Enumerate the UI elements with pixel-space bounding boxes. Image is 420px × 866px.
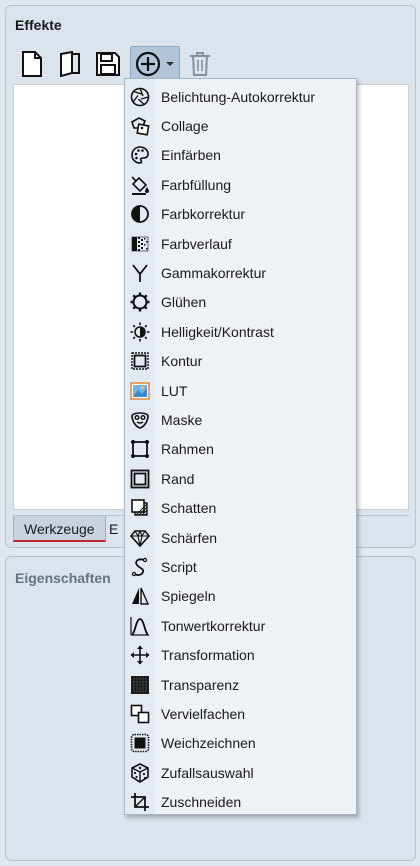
menu-item-label: Zuschneiden bbox=[161, 794, 242, 811]
duplicate-icon bbox=[125, 699, 155, 728]
menu-item-label: Kontur bbox=[161, 353, 203, 370]
crop-icon bbox=[125, 788, 155, 817]
menu-item-label: Farbverlauf bbox=[161, 235, 232, 252]
menu-item-label: Collage bbox=[161, 117, 209, 134]
menu-item-farbfuellung[interactable]: Farbfüllung bbox=[125, 170, 356, 199]
gradient-icon bbox=[125, 229, 155, 258]
menu-item-label: Rand bbox=[161, 470, 195, 487]
save-icon bbox=[96, 52, 120, 76]
diamond-icon bbox=[125, 523, 155, 552]
menu-item-farbverlauf[interactable]: Farbverlauf bbox=[125, 229, 356, 258]
add-effect-icon bbox=[135, 51, 161, 77]
effects-toolbar bbox=[16, 46, 216, 82]
menu-item-einfaerben[interactable]: Einfärben bbox=[125, 141, 356, 170]
palette-icon bbox=[125, 141, 155, 170]
open-document-button[interactable] bbox=[54, 46, 86, 82]
menu-item-rahmen[interactable]: Rahmen bbox=[125, 435, 356, 464]
save-button[interactable] bbox=[92, 46, 124, 82]
tab-werkzeuge[interactable]: Werkzeuge bbox=[13, 516, 106, 542]
menu-item-maske[interactable]: Maske bbox=[125, 405, 356, 434]
menu-item-label: Zufallsauswahl bbox=[161, 764, 254, 781]
menu-item-rand[interactable]: Rand bbox=[125, 464, 356, 493]
aperture-icon bbox=[125, 82, 155, 111]
menu-item-weichzeichnen[interactable]: Weichzeichnen bbox=[125, 729, 356, 758]
menu-item-label: Farbfüllung bbox=[161, 176, 232, 193]
menu-item-vervielfachen[interactable]: Vervielfachen bbox=[125, 699, 356, 728]
menu-item-zuschneiden[interactable]: Zuschneiden bbox=[125, 788, 356, 817]
frame-icon bbox=[125, 435, 155, 464]
menu-item-label: Einfärben bbox=[161, 147, 221, 164]
menu-item-farbkorrektur[interactable]: Farbkorrektur bbox=[125, 200, 356, 229]
glow-icon bbox=[125, 288, 155, 317]
menu-item-label: Helligkeit/Kontrast bbox=[161, 323, 274, 340]
menu-item-spiegeln[interactable]: Spiegeln bbox=[125, 582, 356, 611]
gamma-icon bbox=[125, 258, 155, 287]
menu-item-label: Gammakorrektur bbox=[161, 264, 267, 281]
menu-item-label: Script bbox=[161, 558, 197, 575]
contour-icon bbox=[125, 347, 155, 376]
paint-bucket-icon bbox=[125, 170, 155, 199]
menu-item-tonwertkorrektur[interactable]: Tonwertkorrektur bbox=[125, 611, 356, 640]
menu-item-label: Vervielfachen bbox=[161, 705, 246, 722]
menu-item-schatten[interactable]: Schatten bbox=[125, 494, 356, 523]
border-icon bbox=[125, 464, 155, 493]
menu-item-helligkeit-kontrast[interactable]: Helligkeit/Kontrast bbox=[125, 317, 356, 346]
menu-item-label: Belichtung-Autokorrektur bbox=[161, 88, 316, 105]
menu-item-schaerfen[interactable]: Schärfen bbox=[125, 523, 356, 552]
menu-item-label: Glühen bbox=[161, 294, 207, 311]
open-document-icon bbox=[60, 51, 80, 77]
transparency-icon bbox=[125, 670, 155, 699]
menu-item-label: Spiegeln bbox=[161, 588, 216, 605]
menu-item-label: Transformation bbox=[161, 647, 255, 664]
menu-item-collage[interactable]: Collage bbox=[125, 111, 356, 140]
mirror-icon bbox=[125, 582, 155, 611]
menu-item-gammakorrektur[interactable]: Gammakorrektur bbox=[125, 258, 356, 287]
menu-item-label: Schärfen bbox=[161, 529, 218, 546]
menu-item-label: Schatten bbox=[161, 500, 217, 517]
brightness-icon bbox=[125, 317, 155, 346]
menu-item-label: Weichzeichnen bbox=[161, 735, 256, 752]
delete-button[interactable] bbox=[184, 46, 216, 82]
chevron-down-icon bbox=[166, 62, 174, 66]
delete-icon bbox=[190, 52, 210, 76]
menu-item-label: Transparenz bbox=[161, 676, 240, 693]
menu-item-label: Farbkorrektur bbox=[161, 206, 246, 223]
new-document-icon bbox=[22, 51, 42, 77]
menu-item-transformation[interactable]: Transformation bbox=[125, 641, 356, 670]
dice-icon bbox=[125, 758, 155, 787]
tone-curve-icon bbox=[125, 611, 155, 640]
menu-item-zufallsauswahl[interactable]: Zufallsauswahl bbox=[125, 758, 356, 787]
collage-icon bbox=[125, 111, 155, 140]
blur-icon bbox=[125, 729, 155, 758]
menu-item-lut[interactable]: LUT bbox=[125, 376, 356, 405]
effects-panel-title: Effekte bbox=[15, 17, 62, 33]
half-circle-icon bbox=[125, 200, 155, 229]
menu-item-transparenz[interactable]: Transparenz bbox=[125, 670, 356, 699]
menu-item-label: Rahmen bbox=[161, 441, 214, 458]
menu-item-label: Tonwertkorrektur bbox=[161, 617, 266, 634]
shadow-icon bbox=[125, 494, 155, 523]
menu-item-gluehen[interactable]: Glühen bbox=[125, 288, 356, 317]
menu-item-label: LUT bbox=[161, 382, 188, 399]
mask-icon bbox=[125, 405, 155, 434]
script-icon bbox=[125, 552, 155, 581]
menu-item-kontur[interactable]: Kontur bbox=[125, 347, 356, 376]
menu-item-script[interactable]: Script bbox=[125, 552, 356, 581]
add-effect-button[interactable] bbox=[130, 46, 180, 82]
properties-panel-title: Eigenschaften bbox=[15, 570, 111, 586]
add-effect-menu: Belichtung-Autokorrektur Collage Einfärben… bbox=[124, 78, 357, 815]
move-icon bbox=[125, 641, 155, 670]
menu-item-belichtung-autokorrektur[interactable]: Belichtung-Autokorrektur bbox=[125, 82, 356, 111]
menu-item-label: Maske bbox=[161, 411, 203, 428]
lut-icon bbox=[125, 376, 155, 405]
tab-effekte[interactable]: E bbox=[105, 516, 125, 542]
new-document-button[interactable] bbox=[16, 46, 48, 82]
